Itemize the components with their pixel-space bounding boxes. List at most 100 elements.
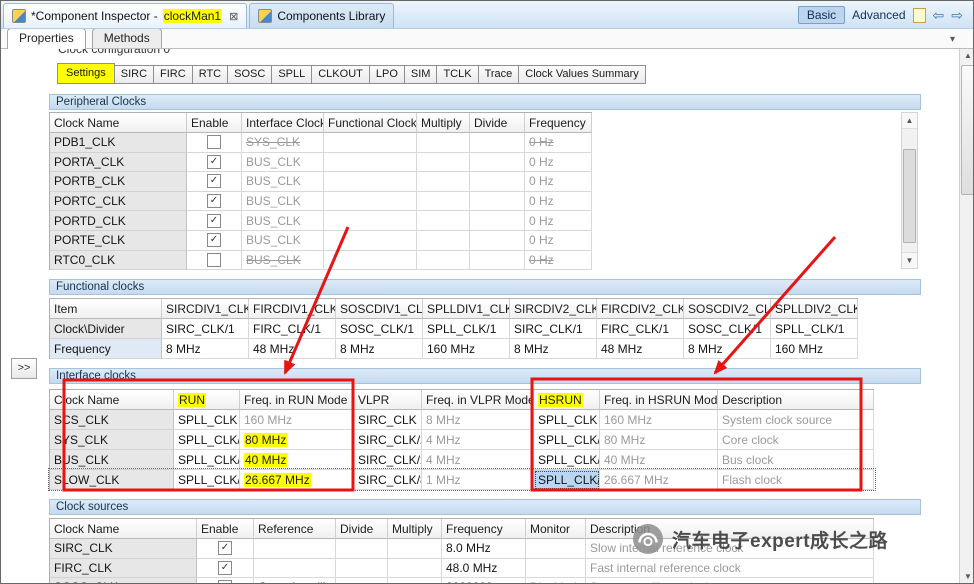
interface-clock-cell: BUS_CLK (242, 172, 324, 192)
scroll-down-icon[interactable]: ▼ (902, 252, 917, 268)
frequency-cell[interactable]: 8.0 MHz (442, 539, 526, 559)
vlpr-cell[interactable]: SIRC_CLK/2 (354, 430, 422, 450)
tab-lpo[interactable]: LPO (368, 65, 405, 84)
tab-properties[interactable]: Properties (7, 28, 86, 49)
divide-cell (470, 172, 525, 192)
checkbox[interactable]: ✓ (207, 194, 221, 209)
run-freq-cell: 26.667 MHz (240, 470, 354, 490)
expand-palette-button[interactable]: >> (11, 358, 37, 379)
run-header-highlight: RUN (178, 392, 206, 407)
interface-clock-cell: SYS_CLK (242, 133, 324, 153)
reference-cell[interactable] (254, 558, 336, 578)
run-cell[interactable]: SPLL_CLK (174, 410, 240, 430)
run-cell[interactable]: SPLL_CLK/4 (174, 450, 240, 470)
scroll-down-icon[interactable]: ▼ (960, 569, 973, 583)
tab-close-icon[interactable]: ⊠ (229, 10, 238, 23)
col-clock-name: Clock Name (50, 113, 187, 133)
tab-clkout[interactable]: CLKOUT (311, 65, 370, 84)
tab-methods[interactable]: Methods (91, 28, 162, 48)
tab-sosc[interactable]: SOSC (227, 65, 273, 84)
enable-cell[interactable]: ✓ (187, 152, 242, 173)
editor-tab-bar: *Component Inspector - clockMan1 ⊠ Compo… (1, 1, 973, 29)
enable-cell[interactable]: ✓ (187, 172, 242, 192)
checkbox[interactable]: ✓ (218, 580, 232, 583)
advanced-view-button[interactable]: Advanced (852, 8, 905, 22)
back-icon[interactable]: ⇦ (933, 8, 945, 22)
col-vlpr: VLPR (354, 390, 422, 410)
hsrun-cell[interactable]: SPLL_CLK (534, 410, 600, 430)
frequency-cell: 8 MHz (162, 339, 249, 359)
tab-settings[interactable]: Settings (57, 63, 115, 84)
tab-sirc[interactable]: SIRC (113, 65, 155, 84)
tab-sim[interactable]: SIM (403, 65, 438, 84)
divider-cell[interactable]: SIRC_CLK/1 (510, 319, 597, 339)
divider-cell[interactable]: SPLL_CLK/1 (423, 319, 510, 339)
scroll-up-icon[interactable]: ▲ (960, 48, 973, 64)
interface-clocks-table: Clock Name RUN Freq. in RUN Mode VLPR Fr… (49, 389, 874, 490)
checkbox[interactable] (207, 252, 221, 267)
checkbox[interactable]: ✓ (207, 233, 221, 248)
scrollbar-thumb[interactable] (961, 65, 973, 195)
enable-cell[interactable] (187, 250, 242, 271)
reference-cell[interactable] (254, 539, 336, 559)
scroll-up-icon[interactable]: ▲ (902, 113, 917, 129)
run-cell[interactable]: SPLL_CLK/2 (174, 430, 240, 450)
tab-clock-values-summary[interactable]: Clock Values Summary (518, 65, 646, 84)
new-document-icon[interactable] (912, 7, 926, 23)
functional-clock-cell (324, 133, 417, 153)
checkbox[interactable] (207, 135, 221, 150)
col-fircdiv1: FIRCDIV1_CLK (249, 299, 336, 319)
tab-component-inspector[interactable]: *Component Inspector - clockMan1 ⊠ (3, 3, 248, 28)
vertical-scrollbar[interactable]: ▲ ▼ (959, 48, 973, 583)
enable-cell[interactable]: ✓ (197, 558, 254, 578)
checkbox[interactable]: ✓ (207, 174, 221, 189)
checkbox[interactable]: ✓ (218, 560, 232, 575)
reference-cell[interactable]: Crystal oscillator (254, 578, 336, 583)
divider-cell[interactable]: FIRC_CLK/1 (249, 319, 336, 339)
vlpr-cell[interactable]: SIRC_CLK (354, 410, 422, 430)
frequency-cell[interactable]: 48.0 MHz (442, 558, 526, 578)
functional-clock-cell (324, 152, 417, 173)
tab-tclk[interactable]: TCLK (436, 65, 479, 84)
tab-trace[interactable]: Trace (477, 65, 520, 84)
vlpr-cell[interactable]: SIRC_CLK/8 (354, 470, 422, 490)
col-multiply: Multiply (417, 113, 470, 133)
run-freq-cell: 80 MHz (240, 430, 354, 450)
divider-cell[interactable]: FIRC_CLK/1 (597, 319, 684, 339)
monitor-cell (526, 539, 586, 559)
enable-cell[interactable]: ✓ (187, 230, 242, 251)
frequency-cell[interactable]: 8000000 (442, 578, 526, 583)
tab-firc[interactable]: FIRC (153, 65, 193, 84)
checkbox[interactable]: ✓ (207, 213, 221, 228)
hsrun-cell[interactable]: SPLL_CLK/2 (534, 430, 600, 450)
checkbox[interactable]: ✓ (207, 154, 221, 169)
tab-spll[interactable]: SPLL (271, 65, 313, 84)
enable-cell[interactable]: ✓ (197, 539, 254, 559)
view-menu-icon[interactable]: ▾ (950, 34, 955, 48)
hsrun-cell[interactable]: SPLL_CLK/4 (534, 450, 600, 470)
divider-cell[interactable]: SOSC_CLK/1 (684, 319, 771, 339)
run-cell[interactable]: SPLL_CLK/6 (174, 470, 240, 490)
divider-cell[interactable]: SIRC_CLK/1 (162, 319, 249, 339)
hsrun-cell-selected[interactable]: SPLL_CLK/6 (534, 470, 600, 490)
divider-cell[interactable]: SPLL_CLK/1 (771, 319, 858, 339)
enable-cell[interactable]: ✓ (187, 211, 242, 231)
functional-clock-cell (324, 230, 417, 251)
scrollbar-thumb[interactable] (903, 149, 916, 243)
enable-cell[interactable]: ✓ (187, 191, 242, 212)
peripheral-table-scrollbar[interactable]: ▲ ▼ (901, 112, 918, 269)
interface-clock-cell: BUS_CLK (242, 211, 324, 231)
divider-cell[interactable]: SOSC_CLK/1 (336, 319, 423, 339)
tab-components-library[interactable]: Components Library (249, 3, 395, 28)
vlpr-cell[interactable]: SIRC_CLK/2 (354, 450, 422, 470)
enable-cell[interactable] (187, 133, 242, 153)
basic-view-button[interactable]: Basic (797, 6, 846, 24)
enable-cell[interactable]: ✓ (197, 578, 254, 583)
multiply-cell (417, 250, 470, 271)
checkbox[interactable]: ✓ (218, 541, 232, 556)
row-label: PORTA_CLK (50, 152, 187, 173)
forward-icon[interactable]: ⇨ (951, 8, 963, 22)
tab-rtc[interactable]: RTC (191, 65, 229, 84)
divide-cell (470, 152, 525, 173)
frequency-cell: 48 MHz (597, 339, 684, 359)
